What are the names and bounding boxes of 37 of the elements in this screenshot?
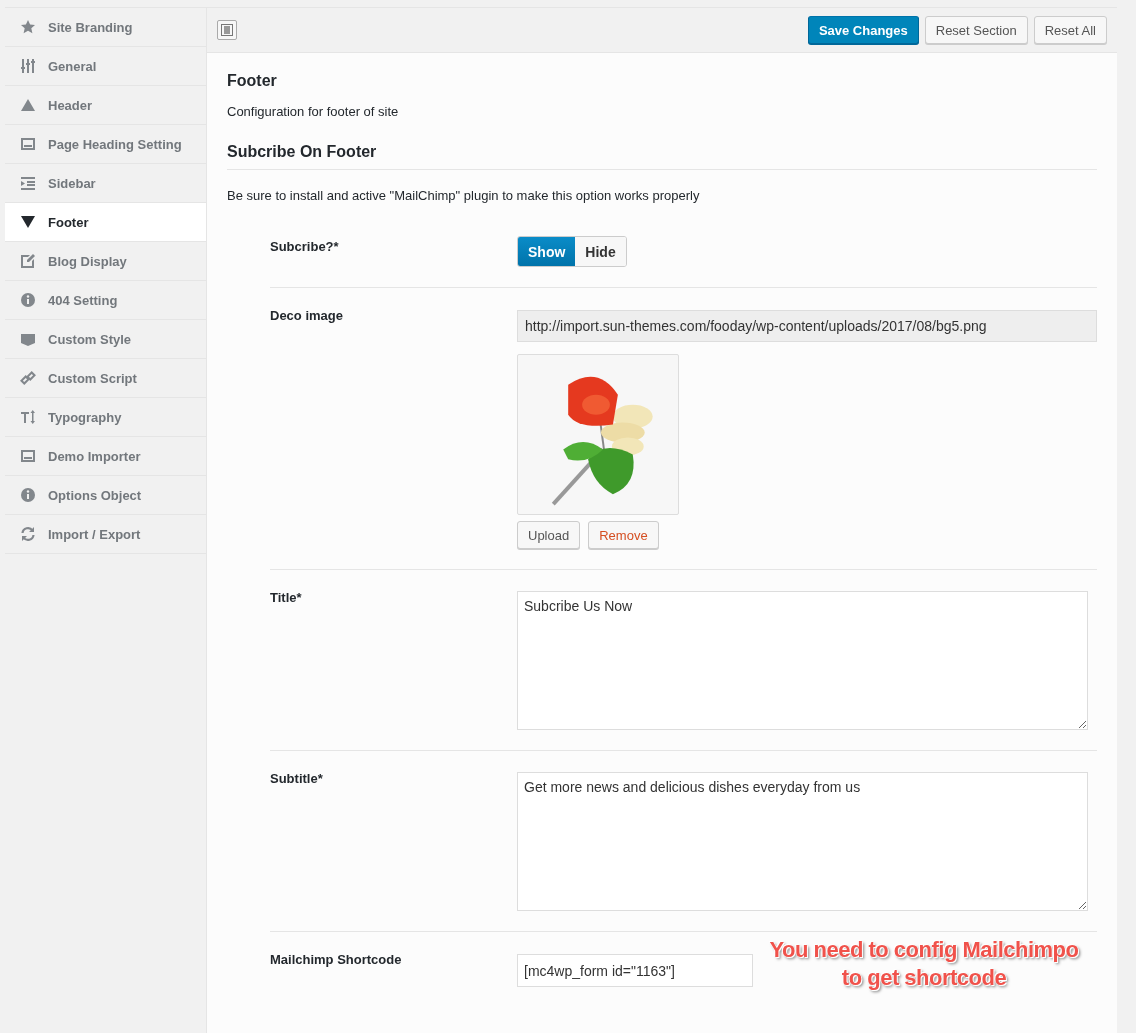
sliders-icon xyxy=(20,58,36,74)
field-label: Subcribe?* xyxy=(270,239,339,254)
reset-button[interactable]: Reset Section xyxy=(924,16,1028,44)
edit-icon xyxy=(20,253,36,269)
info-icon xyxy=(20,487,36,503)
save-button[interactable]: Save Changes xyxy=(807,16,919,44)
field-label: Title* xyxy=(270,590,302,605)
remove-button[interactable]: Remove xyxy=(588,521,659,549)
toggle-option[interactable]: Hide xyxy=(575,237,626,266)
subsection-title: Subcribe On Footer xyxy=(227,119,1097,170)
triangle-down-icon xyxy=(20,214,36,230)
sidebar-item[interactable]: Footer xyxy=(5,203,206,242)
panel-toggle-icon[interactable] xyxy=(217,20,237,40)
section-title: Footer xyxy=(227,71,278,90)
list-indent-icon xyxy=(20,175,36,191)
text-height-icon xyxy=(20,409,36,425)
triangle-icon xyxy=(20,97,36,113)
star-icon xyxy=(20,19,36,35)
field-label: Mailchimp Shortcode xyxy=(270,952,402,967)
field-label: Subtitle* xyxy=(270,771,323,786)
text-area[interactable]: Subcribe Us Now xyxy=(517,591,1088,730)
field-label: Deco image xyxy=(270,308,343,323)
upload-button[interactable]: Upload xyxy=(517,521,581,549)
subsection-description: Be sure to install and active "MailChimp" plugin to make this option works properly xyxy=(227,188,701,203)
layout-icon xyxy=(20,136,36,152)
layout-icon xyxy=(20,448,36,464)
shortcode-field[interactable]: [mc4wp_form id="1163"] xyxy=(517,954,753,987)
section-description: Configuration for footer of site xyxy=(227,104,400,119)
toggle-option[interactable]: Show xyxy=(518,237,576,266)
reset-button[interactable]: Reset All xyxy=(1033,16,1107,44)
text-area[interactable]: Get more news and delicious dishes everyday from us xyxy=(517,772,1088,911)
css-badge-icon xyxy=(20,331,36,347)
url-field[interactable]: http://import.sun-themes.com/fooday/wp-content/uploads/2017/08/bg5.png xyxy=(517,310,1097,342)
annotation-text: You need to config Mailchimpo to get shortcode xyxy=(768,936,1080,992)
link-icon xyxy=(20,370,36,386)
info-icon xyxy=(20,292,36,308)
refresh-icon xyxy=(20,526,36,542)
